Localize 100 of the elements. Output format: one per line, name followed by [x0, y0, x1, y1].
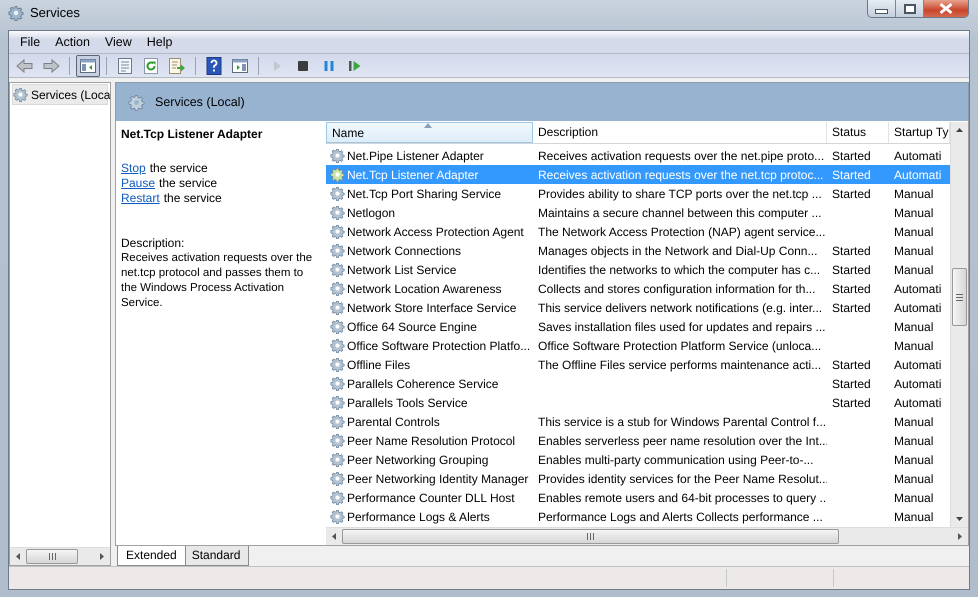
action-link[interactable]: Restart	[121, 191, 160, 205]
horizontal-scrollbar[interactable]	[10, 547, 110, 565]
table-cell: Automati	[894, 396, 942, 410]
service-row[interactable]: Network Store Interface Service This service delivers network notifications (e.g. inter... Started Automati	[326, 298, 950, 317]
table-cell: Started	[832, 396, 871, 410]
table-cell: Enables multi-party communication using Peer-to-...	[538, 452, 814, 466]
table-cell: Performance Logs and Alerts Collects performance ...	[538, 510, 823, 524]
table-cell: Manual	[894, 186, 934, 200]
table-cell: Manual	[894, 262, 934, 276]
gear-icon	[330, 509, 345, 524]
table-cell: Manual	[894, 244, 934, 258]
table-cell: Parallels Tools Service	[347, 396, 468, 410]
service-row[interactable]: Net.Pipe Listener Adapter Receives activation requests over the net.pipe proto... Started Automati	[326, 146, 950, 165]
right-arrow-icon	[958, 533, 962, 540]
table-cell: Performance Logs & Alerts	[347, 510, 490, 524]
table-cell: Manages objects in the Network and Dial-Up Conn...	[538, 244, 818, 258]
pane-title: Services (Local)	[155, 95, 245, 109]
column-header[interactable]: Status	[827, 122, 889, 143]
service-row[interactable]: Network Access Protection Agent The Network Access Protection (NAP) agent service... Manual	[326, 222, 950, 241]
service-row[interactable]: Net.Tcp Port Sharing Service Provides ability to share TCP ports over the net.tcp ... Started Manual	[326, 184, 950, 203]
grip-icon	[587, 533, 594, 540]
action-link[interactable]: Pause	[121, 176, 156, 190]
back-arrow-icon	[16, 56, 34, 74]
service-row[interactable]: Office 64 Source Engine Saves installation files used for updates and repairs ... Manual	[326, 317, 950, 336]
table-cell: Started	[832, 300, 871, 314]
service-row[interactable]: Network List Service Identifies the networks to which the computer has c... Started Manual	[326, 260, 950, 279]
table-cell: Automati	[894, 300, 942, 314]
tree-item[interactable]: Services (Loca	[12, 84, 108, 105]
gear-icon	[330, 262, 345, 277]
menu-item[interactable]: Action	[48, 35, 98, 49]
action-text: the service	[150, 161, 208, 175]
table-cell: Started	[832, 262, 871, 276]
help-icon	[205, 56, 223, 74]
gear-icon	[330, 167, 345, 182]
left-arrow-icon	[16, 553, 20, 560]
table-cell: Manual	[894, 490, 934, 504]
table-cell: Started	[832, 186, 871, 200]
gear-icon	[330, 281, 345, 296]
table-cell: Started	[832, 168, 871, 182]
service-row[interactable]: Parallels Tools Service Started Automati	[326, 393, 950, 412]
up-arrow-icon	[956, 128, 963, 132]
service-row[interactable]: Network Location Awareness Collects and stores configuration information for th... Started Automati	[326, 279, 950, 298]
table-cell: Manual	[894, 338, 934, 352]
gear-icon	[128, 94, 145, 110]
gear-icon	[8, 5, 24, 21]
gear-icon	[330, 490, 345, 505]
service-name: Net.Tcp Listener Adapter	[121, 127, 264, 141]
service-row[interactable]: Parallels Coherence Service Started Automati	[326, 374, 950, 393]
column-header[interactable]: Name	[326, 122, 533, 143]
window-title: Services	[30, 5, 80, 20]
menu-item[interactable]: View	[98, 35, 140, 49]
gear-icon	[330, 319, 345, 334]
forward-arrow-icon	[42, 56, 60, 74]
table-cell: Started	[832, 148, 871, 162]
table-cell: Manual	[894, 472, 934, 486]
table-cell: Provides ability to share TCP ports over the net.tcp ...	[538, 186, 822, 200]
table-cell: Net.Tcp Listener Adapter	[347, 168, 478, 182]
maximize-button[interactable]	[896, 0, 924, 17]
gear-icon	[330, 243, 345, 258]
service-row[interactable]: Peer Networking Grouping Enables multi-party communication using Peer-to-... Manual	[326, 450, 950, 469]
table-cell: Network Connections	[347, 244, 462, 258]
pane-icon	[79, 56, 97, 74]
action-text: the service	[164, 191, 222, 205]
service-row[interactable]: Performance Counter DLL Host Enables remote users and 64-bit processes to query ... Manual	[326, 488, 950, 507]
table-cell: Automati	[894, 148, 942, 162]
table-cell: Peer Networking Identity Manager	[347, 472, 528, 486]
vertical-scrollbar[interactable]	[950, 122, 968, 527]
description-label: Description:	[121, 236, 186, 251]
close-icon	[939, 3, 953, 14]
table-cell: Started	[832, 358, 871, 372]
action-text: the service	[159, 176, 218, 190]
horizontal-scrollbar[interactable]	[326, 527, 968, 545]
view-tab[interactable]: Extended	[117, 546, 186, 566]
table-cell: Collects and stores configuration information for th...	[538, 282, 816, 296]
service-row[interactable]: Offline Files The Offline Files service performs maintenance acti... Started Automati	[326, 355, 950, 374]
action-link[interactable]: Stop	[121, 161, 146, 175]
close-button[interactable]	[924, 0, 968, 17]
gear-icon	[330, 338, 345, 353]
export-icon	[168, 56, 186, 74]
service-row[interactable]: Netlogon Maintains a secure channel between this computer ... Manual	[326, 203, 950, 222]
gear-icon	[330, 300, 345, 315]
menu-item[interactable]: Help	[140, 35, 180, 49]
gear-icon	[330, 224, 345, 239]
column-header[interactable]: Description	[533, 122, 827, 143]
table-cell: Automati	[894, 376, 942, 390]
table-cell: Manual	[894, 414, 934, 428]
console-tree-button[interactable]	[76, 54, 100, 76]
table-cell: Network Store Interface Service	[347, 300, 516, 314]
minimize-button[interactable]	[868, 0, 896, 17]
service-row[interactable]: Parental Controls This service is a stub for Windows Parental Control f... Manual	[326, 412, 950, 431]
description-text: Receives activation requests over the net.tcp protocol and passes them to the Windows Process Activation Service.	[121, 251, 314, 311]
service-row[interactable]: Performance Logs & Alerts Performance Logs and Alerts Collects performance ... Manual	[326, 507, 950, 526]
right-arrow-icon	[100, 553, 104, 560]
table-cell: Office Software Protection Platform Service (unloca...	[538, 338, 822, 352]
menu-item[interactable]: File	[13, 35, 48, 49]
refresh-icon	[142, 56, 160, 74]
service-row[interactable]: Network Connections Manages objects in the Network and Dial-Up Conn... Started Manual	[326, 241, 950, 260]
gear-icon	[330, 205, 345, 220]
service-row[interactable]: Office Software Protection Platfo... Office Software Protection Platform Service (unloca... Manual	[326, 336, 950, 355]
table-cell: Office 64 Source Engine	[347, 320, 477, 334]
